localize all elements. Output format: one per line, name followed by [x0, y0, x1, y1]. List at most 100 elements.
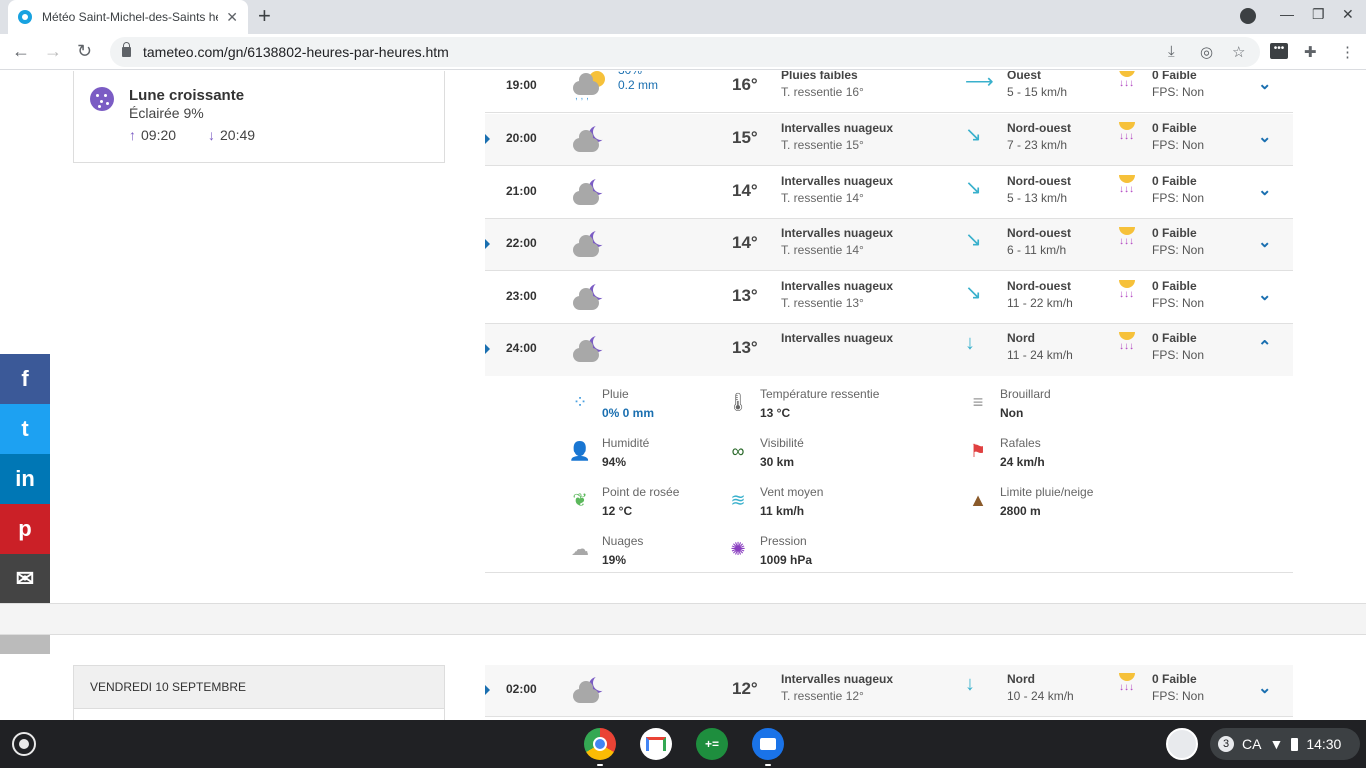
hour-uv: 0 Faible FPS: Non — [1152, 121, 1205, 152]
battery-icon — [1291, 737, 1299, 751]
holding-space-icon[interactable] — [1166, 728, 1198, 760]
hour-description: Intervalles nuageux T. ressentie 14° — [781, 226, 894, 257]
pressure-gauge-icon: ✺ — [730, 539, 746, 559]
address-bar[interactable]: tameteo.com/gn/6138802-heures-par-heures… — [110, 37, 1260, 67]
pinterest-share-button[interactable]: p — [0, 504, 50, 554]
hour-uv: 0 Faible FPS: Non — [1152, 174, 1205, 205]
cloud-percent-icon: ☁ — [571, 539, 589, 559]
expand-triangle-icon — [485, 134, 490, 144]
moonrise-time: 09:20 — [141, 127, 177, 143]
hour-temperature: 12° — [732, 679, 758, 698]
chevron-down-icon[interactable]: ⌄ — [1258, 74, 1271, 94]
cloud-moon-icon — [571, 675, 611, 707]
chevron-up-icon[interactable]: ⌃ — [1258, 337, 1271, 357]
day-panel — [73, 709, 445, 720]
gmail-app-icon[interactable] — [640, 728, 672, 760]
linkedin-share-button[interactable]: in — [0, 454, 50, 504]
hour-wind: Ouest 5 - 15 km/h — [1007, 71, 1068, 99]
email-share-button[interactable]: ✉ — [0, 554, 50, 604]
detail-fog: Brouillard Non — [1000, 387, 1051, 420]
wind-icon: ≋ — [730, 490, 746, 510]
os-shelf: += 3 CA ▼ 14:30 — [0, 720, 1366, 768]
browser-toolbar: ← → ↻ tameteo.com/gn/6138802-heures-par-… — [0, 34, 1366, 70]
reload-button[interactable]: ↻ — [77, 40, 92, 62]
fog-icon: ≡ — [972, 392, 984, 412]
wind-direction-icon: ↘ — [965, 124, 982, 146]
keyboard-locale: CA — [1242, 736, 1262, 752]
chrome-app-icon[interactable] — [584, 728, 616, 766]
restore-button[interactable]: ❐ — [1312, 6, 1325, 23]
tab-title: Météo Saint-Michel-des-Saints he — [42, 10, 219, 24]
leaf-icon: ❦ — [572, 490, 588, 510]
detail-visibility: Visibilité 30 km — [760, 436, 804, 469]
humidity-icon: 👤 — [568, 441, 592, 461]
forward-button[interactable]: → — [44, 40, 62, 62]
browser-tab[interactable]: Météo Saint-Michel-des-Saints he ✕ — [8, 0, 248, 34]
hour-temperature: 14° — [732, 181, 758, 200]
day-header: VENDREDI 10 SEPTEMBRE — [73, 665, 445, 709]
expand-triangle-icon — [485, 685, 490, 695]
bookmark-star-icon[interactable]: ☆ — [1232, 43, 1245, 61]
notification-count: 3 — [1218, 736, 1234, 752]
hour-row[interactable]: 23:00 13° Intervalles nuageux T. ressentie … — [485, 272, 1293, 324]
new-tab-button[interactable]: + — [258, 4, 271, 28]
uv-sun-icon: ↓↓↓ — [1117, 71, 1137, 99]
close-tab-icon[interactable]: ✕ — [226, 9, 238, 26]
detail-feels-like: Température ressentie 13 °C — [760, 387, 880, 420]
hour-wind: Nord 11 - 24 km/h — [1007, 331, 1073, 362]
cloud-moon-icon — [571, 124, 611, 156]
status-tray[interactable]: 3 CA ▼ 14:30 — [1210, 728, 1360, 760]
detail-dew-point: Point de rosée 12 °C — [602, 485, 680, 518]
hour-row[interactable]: 24:00 13° Intervalles nuageux ↓ Nord 11 - 24 … — [485, 324, 1293, 376]
calculator-app-icon[interactable]: += — [696, 728, 728, 760]
chevron-down-icon[interactable]: ⌄ — [1258, 285, 1271, 305]
chevron-down-icon[interactable]: ⌄ — [1258, 180, 1271, 200]
hour-row[interactable]: 19:00 , , , 30%0.2 mm 16° Pluies faiblesT. r… — [485, 71, 1293, 113]
hour-row[interactable]: 22:00 14° Intervalles nuageux T. ressentie … — [485, 219, 1293, 271]
precip-probability: 30%0.2 mm — [618, 71, 659, 92]
minimize-button[interactable]: — — [1280, 6, 1294, 22]
moon-panel: Lune croissante Éclairée 9% ↑ 09:20 ↓ 20:4… — [73, 71, 445, 163]
launcher-button[interactable] — [12, 732, 36, 756]
hour-description: Intervalles nuageux T. ressentie 14° — [781, 174, 894, 205]
lock-icon — [122, 42, 131, 57]
wind-direction-icon: ↘ — [965, 229, 982, 251]
hour-row-next-day[interactable]: 02:00 12° Intervalles nuageux T. ressenti… — [485, 665, 1293, 717]
hour-uv: 0 Faible FPS: Non — [1152, 279, 1205, 310]
extension-icon[interactable]: ••• — [1270, 43, 1288, 59]
hour-temperature: 16° — [732, 75, 758, 94]
close-window-button[interactable]: ✕ — [1342, 6, 1354, 23]
install-icon[interactable]: ⤓ — [1168, 43, 1175, 60]
thermometer-icon: 🌡 — [726, 392, 750, 412]
files-app-icon[interactable] — [752, 728, 784, 766]
chevron-down-icon[interactable]: ⌄ — [1258, 678, 1271, 698]
expand-triangle-icon — [485, 239, 490, 249]
wind-direction-icon: ↓ — [965, 332, 975, 354]
facebook-share-button[interactable]: f — [0, 354, 50, 404]
back-button[interactable]: ← — [12, 40, 30, 62]
hour-uv: 0 Faible FPS: Non — [1152, 672, 1205, 703]
extensions-puzzle-icon[interactable]: ✚ — [1304, 43, 1317, 61]
moon-phase: Lune croissante — [129, 87, 245, 104]
moon-icon — [90, 87, 114, 111]
uv-sun-icon: ↓↓↓ — [1117, 175, 1137, 205]
hour-row[interactable]: 20:00 15° Intervalles nuageux T. ressentie … — [485, 114, 1293, 166]
hour-time: 21:00 — [506, 184, 537, 198]
wind-direction-icon: ↘ — [965, 177, 982, 199]
hour-time: 19:00 — [506, 78, 537, 92]
chevron-down-icon[interactable]: ⌄ — [1258, 127, 1271, 147]
binoculars-icon: ∞ — [731, 441, 745, 461]
hour-details-panel: ⁘ Pluie 0% 0 mm 🌡 Température ressentie 13… — [485, 375, 1293, 573]
mountain-icon: ▲ — [969, 490, 987, 510]
twitter-share-button[interactable]: t — [0, 404, 50, 454]
chevron-down-icon[interactable]: ⌄ — [1258, 232, 1271, 252]
hour-row[interactable]: 21:00 14° Intervalles nuageux T. ressentie … — [485, 167, 1293, 219]
hour-wind: Nord 10 - 24 km/h — [1007, 672, 1074, 703]
windsock-icon: ⚑ — [969, 441, 987, 461]
tracking-off-icon[interactable]: ◎ — [1200, 43, 1213, 61]
hour-uv: 0 Faible FPS: Non — [1152, 71, 1205, 99]
tab-search-icon[interactable] — [1240, 8, 1256, 24]
cloud-moon-icon — [571, 334, 611, 366]
menu-kebab-icon[interactable]: ⋮ — [1340, 43, 1355, 61]
url-text: tameteo.com/gn/6138802-heures-par-heures… — [143, 44, 449, 60]
